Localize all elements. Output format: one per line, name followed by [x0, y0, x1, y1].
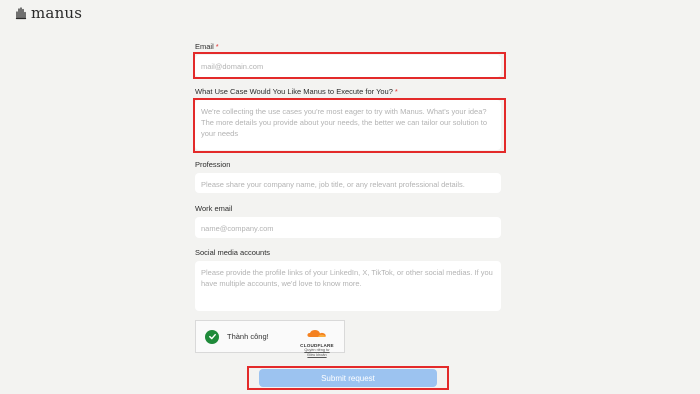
required-mark: *: [394, 87, 398, 96]
cloudflare-cloud-icon: [306, 325, 328, 342]
captcha-status: Thành công!: [227, 332, 269, 341]
use-case-label: What Use Case Would You Like Manus to Ex…: [195, 87, 398, 96]
work-email-label: Work email: [195, 204, 233, 213]
brand-name: manus: [31, 4, 83, 22]
profession-placeholder: Please share your company name, job titl…: [201, 180, 465, 189]
checkmark-icon: [205, 329, 219, 344]
email-label: Email *: [195, 42, 219, 51]
social-textarea[interactable]: Please provide the profile links of your…: [195, 261, 501, 311]
email-field[interactable]: mail@domain.com: [195, 55, 501, 77]
required-mark: *: [215, 42, 219, 51]
social-placeholder: Please provide the profile links of your…: [201, 268, 493, 288]
manus-hand-icon: [14, 6, 28, 20]
brand-logo[interactable]: manus: [14, 4, 82, 22]
work-email-placeholder: name@company.com: [201, 224, 274, 233]
use-case-textarea[interactable]: We're collecting the use cases you're mo…: [195, 100, 501, 150]
profession-field[interactable]: Please share your company name, job titl…: [195, 173, 501, 193]
work-email-field[interactable]: name@company.com: [195, 217, 501, 238]
use-case-label-text: What Use Case Would You Like Manus to Ex…: [195, 87, 393, 96]
cloudflare-badge: CLOUDFLARE Quyền riêng tư Điều khoản: [297, 325, 337, 358]
use-case-placeholder: We're collecting the use cases you're mo…: [201, 107, 487, 138]
profession-label: Profession: [195, 160, 231, 169]
email-label-text: Email: [195, 42, 214, 51]
captcha-widget[interactable]: Thành công! CLOUDFLARE Quyền riêng tư Đi…: [195, 320, 345, 357]
submit-button[interactable]: Submit request: [259, 369, 437, 387]
page: manus Email * mail@domain.com What Use Ca…: [0, 0, 700, 394]
email-placeholder: mail@domain.com: [201, 62, 264, 71]
social-label: Social media accounts: [195, 248, 271, 257]
terms-link[interactable]: Điều khoản: [297, 353, 337, 358]
